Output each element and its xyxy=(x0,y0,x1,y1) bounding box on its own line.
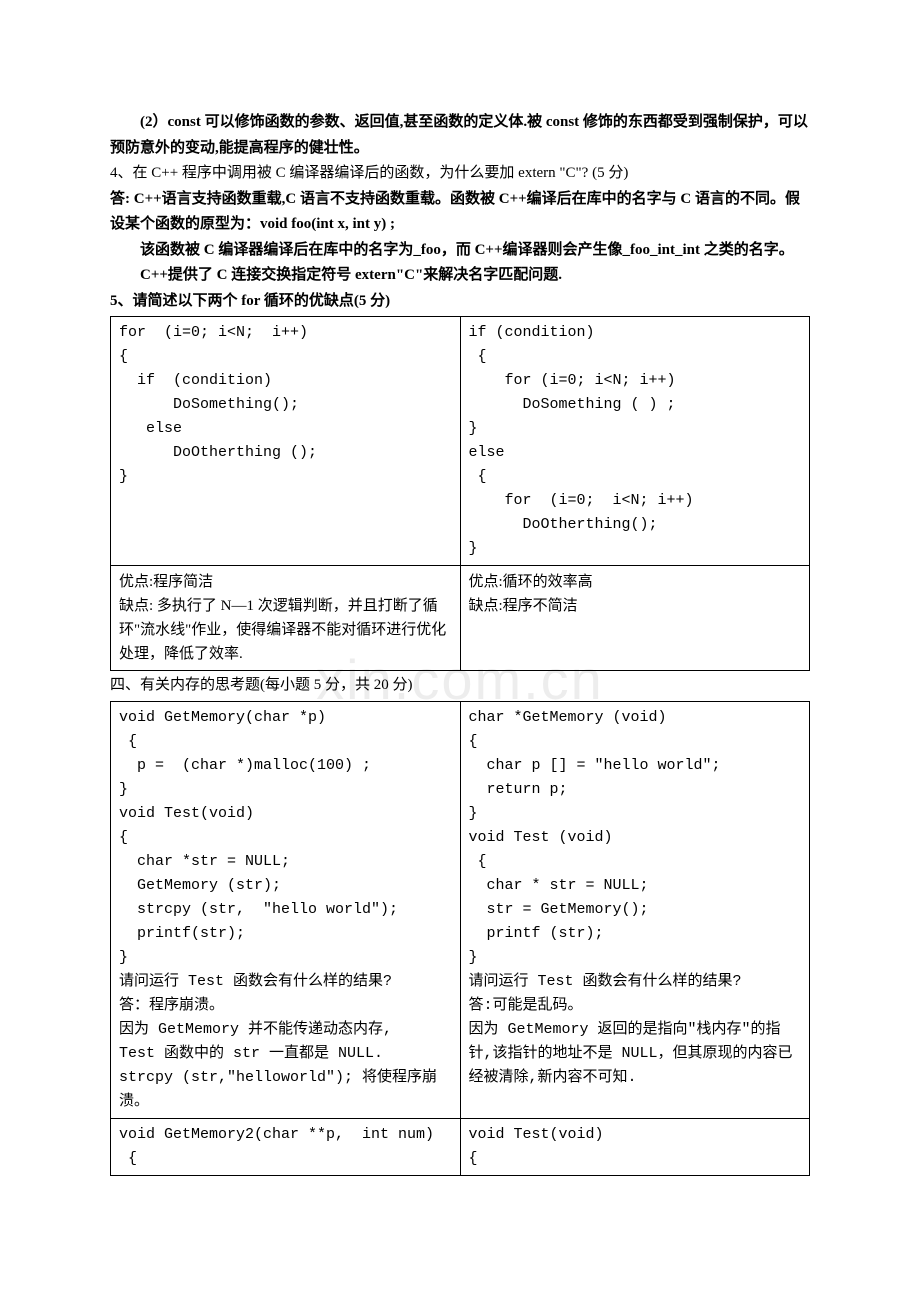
question-5: 5、请简述以下两个 for 循环的优缺点(5 分) xyxy=(110,289,810,315)
loop-code-right: if (condition) { for (i=0; i<N; i++) DoS… xyxy=(469,321,802,561)
table-memory-questions: void GetMemory(char *p) { p = (char *)ma… xyxy=(110,701,810,1176)
question-4: 4、在 C++ 程序中调用被 C 编译器编译后的函数，为什么要加 extern … xyxy=(110,161,810,187)
answer-4-line2: 该函数被 C 编译器编译后在库中的名字为_foo，而 C++编译器则会产生像_f… xyxy=(110,238,810,264)
document-page: xin.com.cn (2）const 可以修饰函数的参数、返回值,甚至函数的定… xyxy=(0,0,920,1302)
memory-q2-right: void Test(void) { xyxy=(469,1123,802,1171)
memory-q1-left: void GetMemory(char *p) { p = (char *)ma… xyxy=(119,706,452,1114)
loop-analysis-left: 优点:程序简洁 缺点: 多执行了 N—1 次逻辑判断，并且打断了循环"流水线"作… xyxy=(119,570,452,666)
answer-4-line3: C++提供了 C 连接交换指定符号 extern"C"来解决名字匹配问题. xyxy=(110,263,810,289)
section-4-heading: 四、有关内存的思考题(每小题 5 分，共 20 分) xyxy=(110,673,810,699)
table-for-loop-compare: for (i=0; i<N; i++) { if (condition) DoS… xyxy=(110,316,810,671)
answer-4-line1: 答: C++语言支持函数重载,C 语言不支持函数重载。函数被 C++编译后在库中… xyxy=(110,187,810,238)
loop-analysis-right: 优点:循环的效率高 缺点:程序不简洁 xyxy=(469,570,802,618)
paragraph-const: (2）const 可以修饰函数的参数、返回值,甚至函数的定义体.被 const … xyxy=(110,110,810,161)
memory-q2-left: void GetMemory2(char **p, int num) { xyxy=(119,1123,452,1171)
loop-code-left: for (i=0; i<N; i++) { if (condition) DoS… xyxy=(119,321,452,489)
memory-q1-right: char *GetMemory (void) { char p [] = "he… xyxy=(469,706,802,1090)
